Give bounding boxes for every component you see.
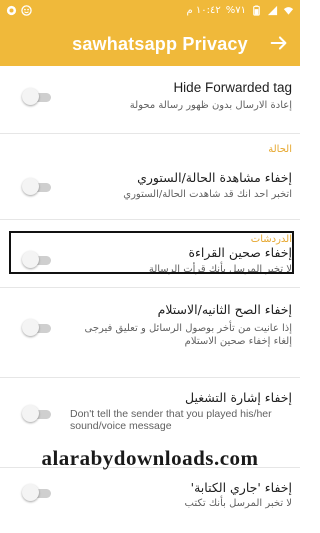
setting-hide-forwarded[interactable]: Hide Forwarded tag إعادة الارسال بدون ظه… [0, 66, 300, 134]
toggle-knob [22, 319, 39, 336]
hide-typing-toggle[interactable] [22, 484, 54, 502]
setting-hide-second-tick[interactable]: إخفاء الصح الثانيه/الاستلام إذا عانيت من… [0, 288, 300, 378]
wifi-icon [283, 7, 294, 15]
status-bar-left [6, 5, 32, 16]
status-bar-right: ١٠:٤٢ م %٧١ [187, 5, 295, 16]
setting-summary: Don't tell the sender that you played hi… [70, 408, 272, 432]
notification-icon [21, 5, 32, 16]
setting-hide-typing[interactable]: إخفاء 'جاري الكتابة' لا تخبر المرسل بأنك… [0, 468, 300, 524]
app-bar: sawhatsapp Privacy [0, 24, 300, 66]
toggle-knob [22, 405, 39, 422]
app-icon [6, 5, 17, 16]
setting-title: إخفاء الصح الثانيه/الاستلام [157, 302, 292, 317]
signal-icon [267, 5, 278, 16]
toggle-knob [22, 178, 39, 195]
toggle-knob [22, 484, 39, 501]
setting-summary: لا تخبر المرسل بأنك تكتب [184, 498, 292, 509]
highlight-frame [9, 231, 294, 274]
setting-hide-status-view[interactable]: إخفاء مشاهدة الحالة/الستوري اتخبر احد ان… [0, 160, 300, 220]
hide-status-view-toggle[interactable] [22, 178, 54, 196]
setting-summary-line2: إلغاء إخفاء صحين الاستلام [184, 336, 292, 347]
setting-title: إخفاء مشاهدة الحالة/الستوري [137, 170, 292, 185]
hide-second-tick-toggle[interactable] [22, 319, 54, 337]
setting-title: إخفاء 'جاري الكتابة' [190, 480, 292, 495]
setting-summary-line1: إذا عانيت من تأخر بوصول الرسائل و تعليق … [84, 323, 292, 334]
setting-summary: اتخبر احد انك قد شاهدت الحالة/الستوري [123, 189, 292, 200]
setting-title: إخفاء إشارة التشغيل [185, 390, 292, 405]
arrow-right-icon[interactable] [268, 32, 290, 54]
battery-icon [253, 5, 260, 16]
hide-play-receipt-toggle[interactable] [22, 405, 54, 423]
status-time: ١٠:٤٢ م [186, 5, 221, 16]
battery-percent: %٧١ [225, 5, 246, 16]
setting-summary: إعادة الارسال بدون ظهور رسالة محولة [129, 100, 292, 111]
section-header-status: الحالة [268, 144, 292, 155]
toggle-knob [22, 88, 39, 105]
page-title: sawhatsapp Privacy [72, 34, 248, 54]
status-bar: ١٠:٤٢ م %٧١ [0, 0, 300, 24]
hide-forwarded-toggle[interactable] [22, 88, 54, 106]
watermark: alarabydownloads.com [41, 446, 259, 470]
setting-title: Hide Forwarded tag [173, 80, 292, 95]
